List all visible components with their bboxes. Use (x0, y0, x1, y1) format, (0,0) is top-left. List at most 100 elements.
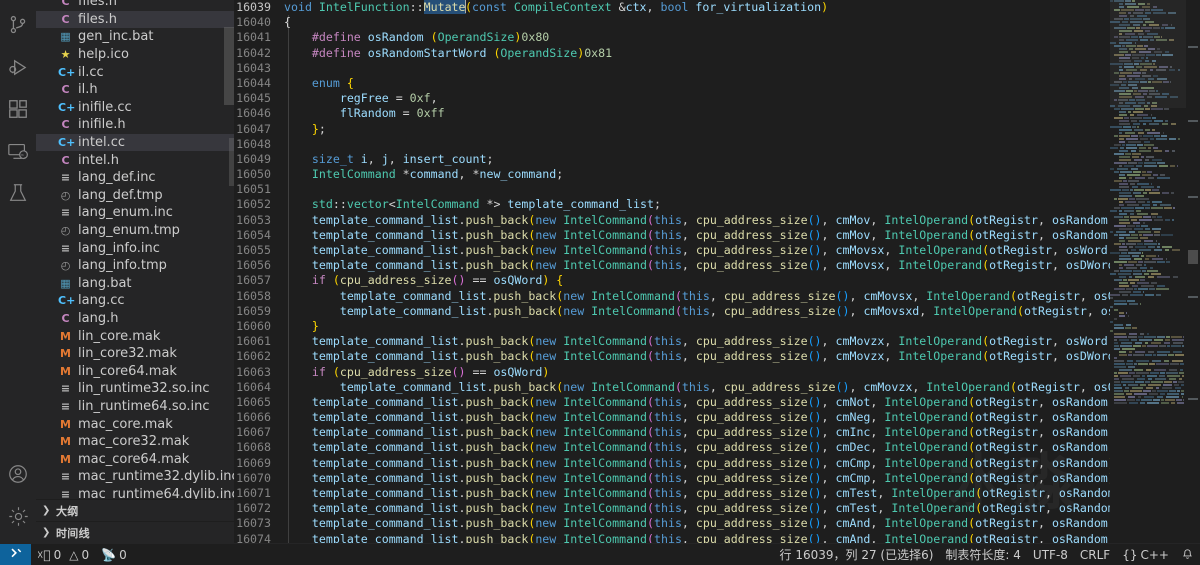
run-and-debug-icon[interactable] (0, 46, 36, 88)
code-line[interactable]: 16066 template_command_list.push_back(ne… (234, 410, 1110, 425)
file-tree-item[interactable]: C+ il.cc (36, 63, 234, 81)
code-line[interactable]: 16053 template_command_list.push_back(ne… (234, 213, 1110, 228)
code-line[interactable]: 16054 template_command_list.push_back(ne… (234, 228, 1110, 243)
code-line-text: IntelCommand *command, *new_command; (311, 167, 564, 182)
code-line[interactable]: 16042 #define osRandomStartWord (Operand… (234, 46, 1110, 61)
file-tree-item[interactable]: ≡ mac_runtime64.dylib.inc (36, 486, 234, 499)
file-tree-item[interactable]: Mmac_core64.mak (36, 450, 234, 468)
file-type-icon: C+ (58, 294, 76, 308)
code-line[interactable]: 16050 IntelCommand *command, *new_comman… (234, 167, 1110, 182)
editor-scrollbar[interactable] (1186, 0, 1200, 543)
file-tree-item[interactable]: C+ inifile.cc (36, 99, 234, 117)
outline-panel-header[interactable]: ❯ 大纲 (36, 499, 234, 521)
file-tree-item[interactable]: ≡ lin_runtime64.so.inc (36, 398, 234, 416)
language-mode-status[interactable]: {} C++ (1116, 544, 1175, 565)
file-tree-item[interactable]: ◴ lang_info.tmp (36, 257, 234, 275)
code-line[interactable]: 16051 (234, 182, 1110, 197)
file-name-label: lang_info.inc (78, 240, 160, 256)
file-tree-item[interactable]: ≡ lin_runtime32.so.inc (36, 380, 234, 398)
code-line[interactable]: 16047 }; (234, 122, 1110, 137)
tab-size-status[interactable]: 制表符长度: 4 (939, 544, 1027, 565)
remote-explorer-icon[interactable]: >_ (0, 130, 36, 172)
file-tree-item[interactable]: ▦ gen_inc.bat (36, 28, 234, 46)
sidebar-scrollbar-thumb[interactable] (224, 27, 234, 105)
code-line[interactable]: 16045 regFree = 0xf, (234, 91, 1110, 106)
minimap-slider[interactable] (1110, 0, 1186, 108)
file-tree-item[interactable]: ◴ lang_enum.tmp (36, 222, 234, 240)
remote-window-button[interactable] (0, 543, 31, 565)
file-tree-item[interactable]: ≡ lang_def.inc (36, 169, 234, 187)
code-line[interactable]: 16074 template_command_list.push_back(ne… (234, 532, 1110, 543)
notifications-bell-icon[interactable] (1175, 544, 1200, 565)
file-tree-item[interactable]: ≡ lang_enum.inc (36, 204, 234, 222)
code-line[interactable]: 16044 enum { (234, 76, 1110, 91)
code-line[interactable]: 16040 { (234, 15, 1110, 30)
code-line[interactable]: 16041 #define osRandom (OperandSize)0x80 (234, 30, 1110, 45)
file-tree-item[interactable]: Cil.h (36, 81, 234, 99)
code-line[interactable]: 16046 flRandom = 0xff (234, 106, 1110, 121)
editor-text-area[interactable]: 16039 void IntelFunction::Mutate(const Co… (234, 0, 1110, 543)
code-line[interactable]: 16062 template_command_list.push_back(ne… (234, 349, 1110, 364)
file-tree-item[interactable]: Cinifile.h (36, 116, 234, 134)
code-line[interactable]: 16072 template_command_list.push_back(ne… (234, 501, 1110, 516)
code-line[interactable]: 16068 template_command_list.push_back(ne… (234, 440, 1110, 455)
ports-status[interactable]: 📡 0 (95, 544, 133, 565)
timeline-panel-header[interactable]: ❯ 时间线 (36, 521, 234, 543)
code-line[interactable]: 16069 template_command_list.push_back(ne… (234, 456, 1110, 471)
file-tree-item[interactable]: Mlin_core32.mak (36, 345, 234, 363)
code-line[interactable]: 16048 (234, 137, 1110, 152)
file-tree-item[interactable]: ≡ lang_info.inc (36, 239, 234, 257)
file-tree-item[interactable]: Clang.h (36, 310, 234, 328)
code-line[interactable]: 16052 std::vector<IntelCommand *> templa… (234, 197, 1110, 212)
code-line[interactable]: 16067 template_command_list.push_back(ne… (234, 425, 1110, 440)
code-line[interactable]: 16049 size_t i, j, insert_count; (234, 152, 1110, 167)
code-line[interactable]: 16039 void IntelFunction::Mutate(const Co… (234, 0, 1110, 15)
code-line[interactable]: 16061 template_command_list.push_back(ne… (234, 334, 1110, 349)
file-tree-item[interactable]: Mmac_core32.mak (36, 433, 234, 451)
file-tree-item[interactable]: Cfiles.h (36, 10, 234, 29)
code-line[interactable]: 16057 if (cpu_address_size() == osQWord)… (234, 273, 1110, 288)
problems-status[interactable]: ☓⃝ 0 △ 0 (31, 544, 95, 565)
file-tree-item[interactable]: C+ intel.cc (36, 133, 234, 152)
line-number: 16049 (236, 151, 271, 166)
file-tree-item[interactable]: ★ help.ico (36, 46, 234, 64)
file-tree-item[interactable]: ▦ lang.bat (36, 275, 234, 293)
cursor-position-status[interactable]: 行 16039，列 27 (已选择6) (774, 544, 940, 565)
file-tree-item[interactable]: Mmac_core.mak (36, 415, 234, 433)
minimap-line (1110, 198, 1186, 200)
code-editor[interactable]: 16039 void IntelFunction::Mutate(const Co… (234, 0, 1200, 543)
code-line[interactable]: 16055 template_command_list.push_back(ne… (234, 243, 1110, 258)
minimap-line (1110, 168, 1186, 170)
code-line[interactable]: 16060 } (234, 319, 1110, 334)
file-tree-item[interactable]: Cfiles.h (36, 0, 234, 11)
code-line[interactable]: 16063 if (cpu_address_size() == osQWord) (234, 365, 1110, 380)
editor-scrollbar-thumb[interactable] (1188, 250, 1198, 264)
file-tree-item[interactable]: Mlin_core64.mak (36, 362, 234, 380)
minimap-line (1110, 192, 1186, 194)
extensions-icon[interactable] (0, 88, 36, 130)
accounts-icon[interactable] (0, 453, 36, 495)
encoding-status[interactable]: UTF-8 (1027, 544, 1074, 565)
editor-minimap[interactable] (1110, 0, 1186, 543)
file-tree-item[interactable]: C+ lang.cc (36, 292, 234, 310)
code-line[interactable]: 16056 template_command_list.push_back(ne… (234, 258, 1110, 273)
file-tree-item[interactable]: ≡ mac_runtime32.dylib.inc (36, 468, 234, 486)
code-line[interactable]: 16065 template_command_list.push_back(ne… (234, 395, 1110, 410)
file-name-label: lang.cc (78, 293, 125, 309)
testing-icon[interactable] (0, 172, 36, 214)
code-line[interactable]: 16058 template_command_list.push_back(ne… (234, 289, 1110, 304)
file-tree-item[interactable]: Cintel.h (36, 151, 234, 169)
code-line[interactable]: 16070 template_command_list.push_back(ne… (234, 471, 1110, 486)
code-line[interactable]: 16073 template_command_list.push_back(ne… (234, 516, 1110, 531)
eol-status[interactable]: CRLF (1074, 544, 1116, 565)
code-line[interactable]: 16059 template_command_list.push_back(ne… (234, 304, 1110, 319)
code-line[interactable]: 16064 template_command_list.push_back(ne… (234, 380, 1110, 395)
minimap-line (1110, 279, 1186, 281)
settings-gear-icon[interactable] (0, 495, 36, 537)
file-tree-item[interactable]: ◴ lang_def.tmp (36, 187, 234, 205)
code-line[interactable]: 16071 template_command_list.push_back(ne… (234, 486, 1110, 501)
code-line[interactable]: 16043 (234, 61, 1110, 76)
source-control-icon[interactable] (0, 4, 36, 46)
file-tree[interactable]: Cfiles.h Cfiles.h ▦ gen_inc.bat ★ help.ico C+ i… (36, 0, 234, 499)
file-tree-item[interactable]: Mlin_core.mak (36, 327, 234, 345)
